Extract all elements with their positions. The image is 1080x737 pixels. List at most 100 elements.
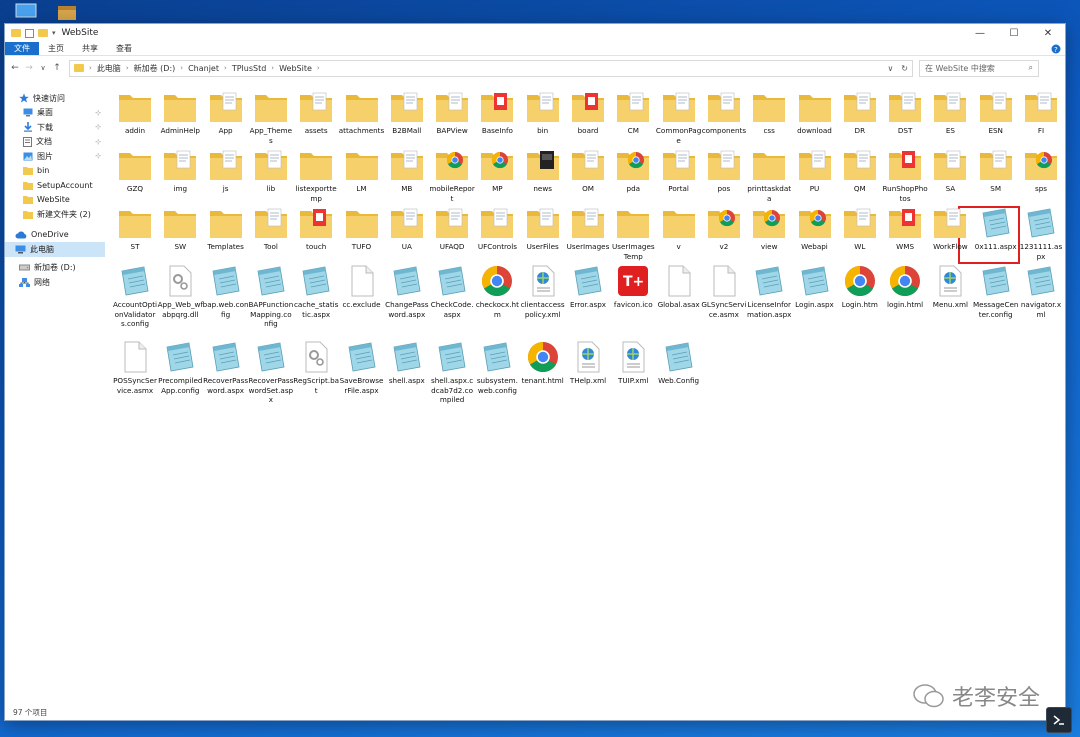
file-item[interactable]: Web.Config [657, 339, 701, 386]
file-item[interactable]: PrecompiledApp.config [158, 339, 202, 395]
tab-home[interactable]: 主页 [39, 42, 73, 55]
minimize-button[interactable]: — [963, 24, 997, 42]
sidebar-item-1[interactable]: 桌面 ⊹ [5, 106, 105, 121]
file-item[interactable]: BAPFunctionMapping.config [249, 263, 293, 329]
sidebar-item-12[interactable]: 网络 [5, 275, 105, 290]
file-item[interactable]: ST [113, 205, 157, 252]
file-item[interactable]: UA [385, 205, 429, 252]
tab-file[interactable]: 文件 [5, 42, 39, 55]
file-item[interactable]: SaveBrowserFile.aspx [340, 339, 384, 395]
file-item[interactable]: QM [838, 147, 882, 194]
recent-chevron-icon[interactable]: ∨ [37, 61, 49, 75]
file-item[interactable]: UserImages [566, 205, 610, 252]
desktop-package-icon[interactable] [54, 2, 84, 22]
tab-share[interactable]: 共享 [73, 42, 107, 55]
file-item[interactable]: pos [702, 147, 746, 194]
sidebar-item-9[interactable]: OneDrive [5, 228, 105, 243]
file-item[interactable]: checkocx.htm [475, 263, 519, 319]
file-item[interactable]: Error.aspx [566, 263, 610, 310]
sidebar-item-8[interactable]: 新建文件夹 (2) [5, 207, 105, 222]
file-item[interactable]: Login.aspx [793, 263, 837, 310]
file-item[interactable]: TUFO [340, 205, 384, 252]
file-item[interactable]: bin [521, 89, 565, 136]
file-item[interactable]: shell.aspx.cdcab7d2.compiled [430, 339, 474, 405]
file-item[interactable]: DR [838, 89, 882, 136]
file-item[interactable]: Templates [204, 205, 248, 252]
file-item[interactable]: components [702, 89, 746, 136]
sidebar-item-5[interactable]: bin [5, 164, 105, 179]
file-item[interactable]: App [204, 89, 248, 136]
file-item[interactable]: Menu.xml [928, 263, 972, 310]
file-item[interactable]: v [657, 205, 701, 252]
forward-arrow-icon[interactable]: → [23, 61, 35, 75]
sidebar-item-3[interactable]: 文档 ⊹ [5, 135, 105, 150]
sidebar-item-6[interactable]: SetupAccount [5, 178, 105, 193]
file-item[interactable]: OM [566, 147, 610, 194]
back-arrow-icon[interactable]: ← [9, 61, 21, 75]
file-item[interactable]: sps [1019, 147, 1063, 194]
chevron-down-icon[interactable]: ▾ [52, 29, 56, 37]
file-item[interactable]: WL [838, 205, 882, 252]
properties-icon[interactable] [25, 28, 34, 38]
file-item[interactable]: LicenseInformation.aspx [747, 263, 791, 319]
file-item[interactable]: GZQ [113, 147, 157, 194]
file-item[interactable]: js [204, 147, 248, 194]
file-item[interactable]: CM [611, 89, 655, 136]
file-item[interactable]: view [747, 205, 791, 252]
file-item[interactable]: BaseInfo [475, 89, 519, 136]
sidebar-item-4[interactable]: 图片 ⊹ [5, 149, 105, 164]
file-item[interactable]: PU [793, 147, 837, 194]
file-item[interactable]: B2BMall [385, 89, 429, 136]
breadcrumb-tplusstd[interactable]: TPlusStd [232, 64, 266, 73]
file-item[interactable]: tenant.html [521, 339, 565, 386]
file-item[interactable]: ChangePassword.aspx [385, 263, 429, 319]
file-item[interactable]: GLSyncService.asmx [701, 263, 746, 319]
sidebar-item-11[interactable]: 新加卷 (D:) [5, 261, 105, 276]
file-item[interactable]: DST [883, 89, 927, 136]
sidebar-item-10[interactable]: 此电脑 [5, 242, 105, 257]
file-item[interactable]: THelp.xml [566, 339, 610, 386]
terminal-icon[interactable] [1046, 707, 1072, 733]
file-item[interactable]: touch [294, 205, 338, 252]
file-item[interactable]: MB [385, 147, 429, 194]
file-item[interactable]: TUIP.xml [611, 339, 655, 386]
file-item[interactable]: 1231111.aspx [1019, 205, 1063, 261]
file-item[interactable]: news [521, 147, 565, 194]
file-item[interactable]: assets [294, 89, 338, 136]
file-item[interactable]: MessageCenter.config [973, 263, 1018, 319]
file-item[interactable]: listexporttemp [294, 147, 338, 203]
file-item[interactable]: App_Themes [249, 89, 293, 145]
file-item[interactable]: T+ favicon.ico [611, 263, 655, 310]
file-item[interactable]: POSSyncService.asmx [113, 339, 157, 395]
file-item[interactable]: WorkFlow [928, 205, 972, 252]
file-item[interactable]: Login.htm [838, 263, 882, 310]
sidebar-item-0[interactable]: 快速访问 [5, 91, 105, 106]
file-item[interactable]: WMS [883, 205, 927, 252]
file-item[interactable]: UFAQD [430, 205, 474, 252]
file-item[interactable]: UserImagesTemp [611, 205, 655, 261]
file-item[interactable]: printtaskdata [747, 147, 791, 203]
file-item[interactable]: RecoverPasswordSet.aspx [248, 339, 293, 405]
file-item[interactable]: pda [611, 147, 655, 194]
file-item[interactable]: CommonPage [656, 89, 701, 145]
close-button[interactable]: ✕ [1031, 24, 1065, 42]
new-folder-icon[interactable] [38, 29, 48, 37]
file-item[interactable]: cache_statistic.aspx [294, 263, 338, 319]
file-item[interactable]: RecoverPassword.aspx [203, 339, 248, 395]
file-item[interactable]: MP [475, 147, 519, 194]
file-item[interactable]: SW [158, 205, 202, 252]
tab-view[interactable]: 查看 [107, 42, 141, 55]
sidebar-item-2[interactable]: 下载 ⊹ [5, 120, 105, 135]
file-item[interactable]: UFControls [475, 205, 519, 252]
file-item[interactable]: ES [928, 89, 972, 136]
file-item[interactable]: board [566, 89, 610, 136]
file-item[interactable]: Webapi [793, 205, 837, 252]
file-item[interactable]: ESN [974, 89, 1018, 136]
address-bar[interactable]: › 此电脑 › 新加卷 (D:) › Chanjet › TPlusStd › … [69, 59, 913, 77]
sidebar-item-7[interactable]: WebSite [5, 193, 105, 208]
up-arrow-icon[interactable]: ↑ [51, 61, 63, 75]
file-item[interactable]: SM [974, 147, 1018, 194]
file-item[interactable]: BAPView [430, 89, 474, 136]
refresh-icon[interactable]: ↻ [901, 64, 908, 73]
breadcrumb-this-pc[interactable]: 此电脑 [97, 63, 121, 74]
